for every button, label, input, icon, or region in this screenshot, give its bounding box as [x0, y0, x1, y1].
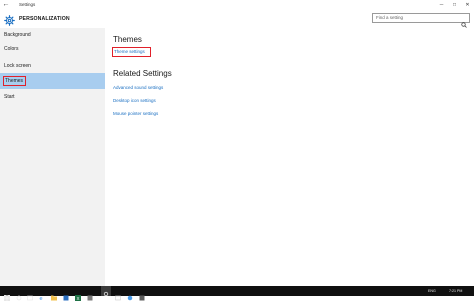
file-explorer-icon[interactable]: [51, 288, 57, 301]
maximize-button[interactable]: □: [448, 0, 461, 10]
taskbar: e X ENG 7:21 PM: [0, 286, 474, 302]
window-controls: ─ □ ✕: [435, 0, 474, 10]
desktop-icon-settings-link[interactable]: Desktop icon settings: [113, 97, 156, 105]
advanced-sound-settings-link[interactable]: Advanced sound settings: [113, 84, 163, 92]
related-settings-heading: Related Settings: [113, 69, 172, 78]
edge-icon[interactable]: e: [39, 288, 45, 302]
sidebar-item-label: Lock screen: [4, 63, 31, 69]
main-content: Themes Theme settings Related Settings A…: [105, 28, 474, 286]
themes-heading: Themes: [113, 35, 142, 44]
sidebar-item-background[interactable]: Background: [0, 28, 105, 42]
search-icon[interactable]: [461, 15, 467, 28]
svg-text:e: e: [40, 296, 43, 301]
excel-icon[interactable]: X: [75, 288, 81, 301]
clock[interactable]: 7:21 PM: [449, 286, 462, 296]
svg-text:X: X: [77, 296, 80, 301]
sidebar-item-label: Themes: [2, 76, 27, 86]
minimize-button[interactable]: ─: [435, 0, 448, 10]
close-button[interactable]: ✕: [461, 0, 474, 10]
sidebar-item-lock-screen[interactable]: Lock screen: [0, 59, 105, 73]
sidebar-item-themes[interactable]: Themes: [0, 73, 105, 89]
mouse-pointer-settings-link[interactable]: Mouse pointer settings: [113, 110, 158, 118]
settings-window: ← Settings ─ □ ✕ PERSONALIZATION Find a …: [0, 0, 474, 286]
search-box[interactable]: Find a setting: [372, 13, 470, 28]
sidebar-item-label: Background: [4, 32, 31, 38]
app-icon-3[interactable]: [127, 288, 133, 301]
theme-settings-link-label[interactable]: Theme settings: [114, 48, 145, 56]
sidebar-item-label: Colors: [4, 46, 19, 52]
theme-settings-link[interactable]: Theme settings: [112, 47, 151, 57]
store-icon[interactable]: [63, 288, 69, 301]
search-icon[interactable]: [16, 288, 22, 301]
sidebar: Background Colors Lock screen Themes Sta…: [0, 28, 105, 286]
title-bar: ← Settings ─ □ ✕: [0, 0, 474, 10]
windows-start-icon[interactable]: [4, 288, 10, 301]
language-indicator[interactable]: ENG: [428, 286, 436, 296]
back-arrow-icon[interactable]: ←: [0, 0, 12, 10]
settings-icon[interactable]: [101, 286, 111, 297]
sidebar-item-colors[interactable]: Colors: [0, 42, 105, 56]
sidebar-item-label: Start: [4, 94, 15, 100]
window-title: Settings: [19, 2, 36, 7]
sidebar-item-start[interactable]: Start: [0, 90, 105, 104]
task-view-icon[interactable]: [27, 288, 33, 301]
page-title: PERSONALIZATION: [19, 16, 70, 22]
app-icon-4[interactable]: [139, 288, 145, 301]
search-input[interactable]: Find a setting: [376, 14, 403, 22]
gear-icon: [4, 13, 15, 26]
app-icon[interactable]: [87, 288, 93, 301]
app-icon-2[interactable]: [115, 288, 121, 301]
